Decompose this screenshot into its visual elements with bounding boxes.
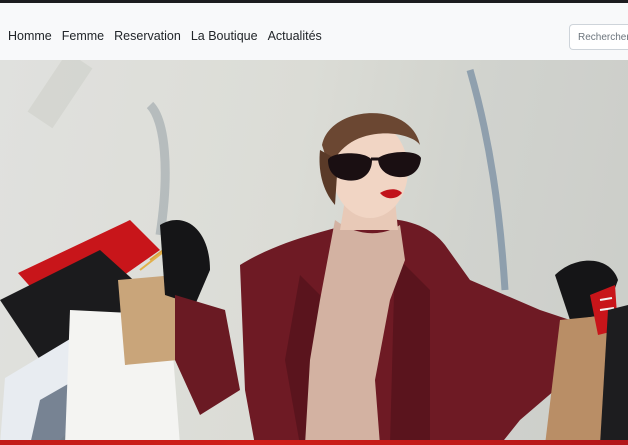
nav-link-la-boutique[interactable]: La Boutique bbox=[191, 28, 258, 44]
hero-banner bbox=[0, 60, 628, 445]
red-accent-strip bbox=[0, 440, 628, 445]
navbar: Homme Femme Reservation La Boutique Actu… bbox=[0, 3, 628, 60]
nav-link-homme[interactable]: Homme bbox=[8, 28, 52, 44]
nav-link-reservation[interactable]: Reservation bbox=[114, 28, 181, 44]
hero-image bbox=[0, 60, 628, 445]
search-input[interactable] bbox=[569, 24, 628, 50]
nav-link-femme[interactable]: Femme bbox=[62, 28, 104, 44]
nav-link-actualites[interactable]: Actualités bbox=[268, 28, 322, 44]
nav-links: Homme Femme Reservation La Boutique Actu… bbox=[8, 28, 322, 44]
